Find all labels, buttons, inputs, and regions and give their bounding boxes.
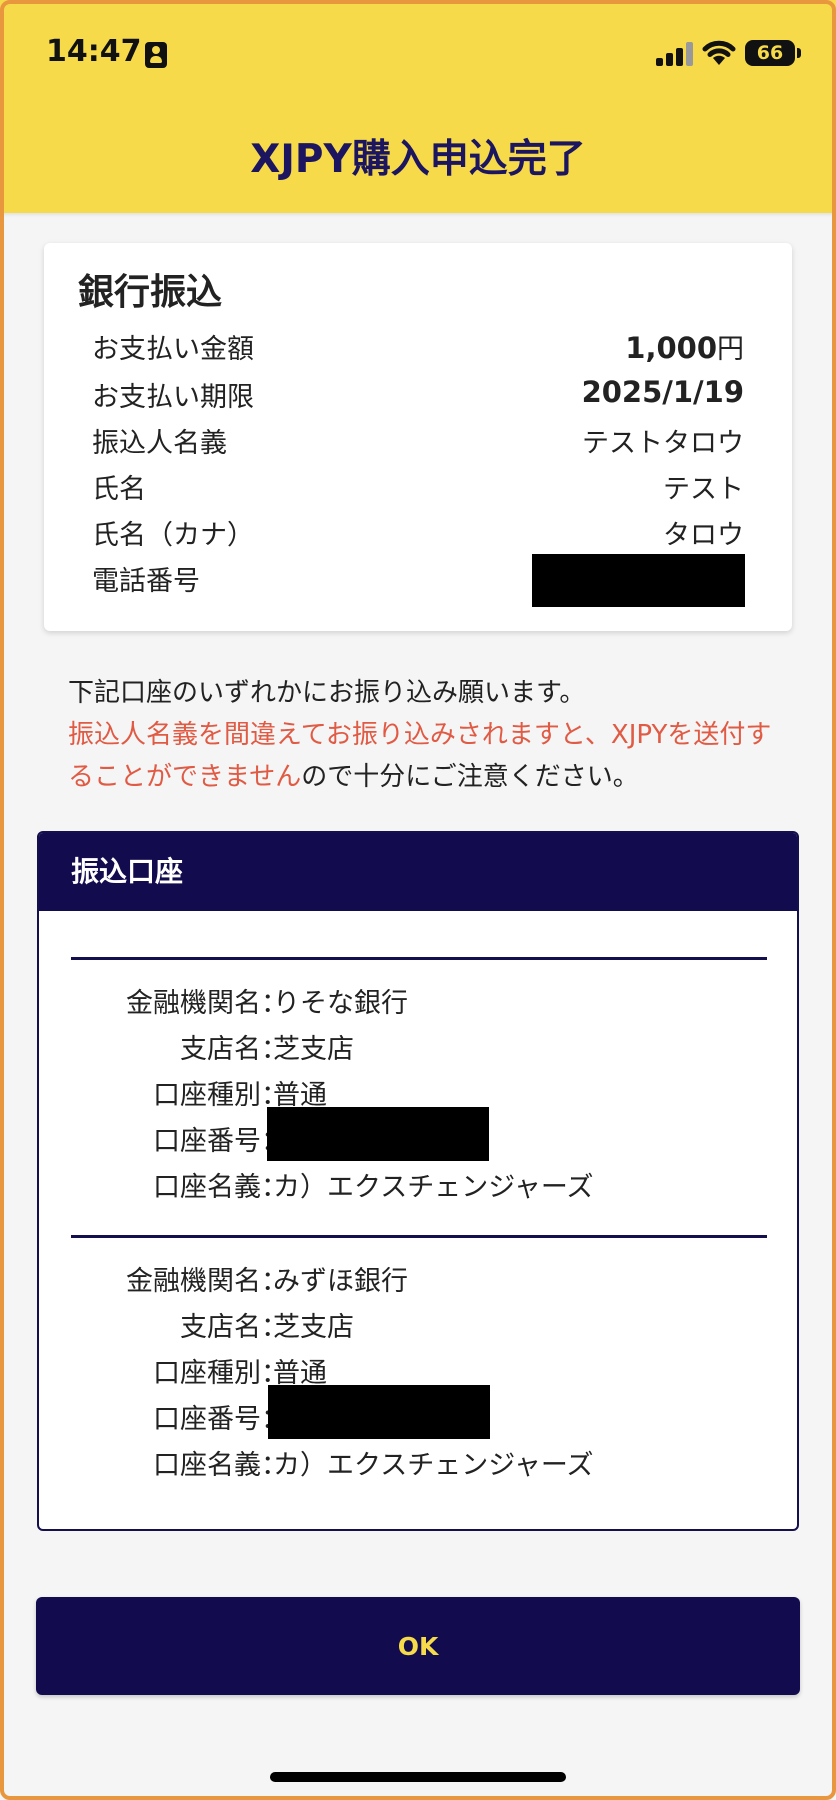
payment-amount-number: 1,000 [625, 331, 717, 365]
kana-name-row: 氏名（カナ） タロウ [92, 513, 744, 553]
cellular-signal-icon [656, 42, 694, 66]
bank-name-row: 金融機関名： みずほ銀行 [39, 1259, 797, 1301]
payment-amount-label: お支払い金額 [92, 334, 254, 365]
branch-name-label: 支店名： [180, 1312, 288, 1343]
payment-card: 銀行振込 お支払い金額 1,000円 お支払い期限 2025/1/19 振込人名… [44, 243, 792, 631]
transfer-accounts-panel: 振込口座 金融機関名： りそな銀行 支店名： 芝支店 口座種別： 普通 口座番号… [37, 831, 799, 1531]
account-holder-row: 口座名義： カ）エクスチェンジャーズ [39, 1165, 797, 1207]
transfer-notice: 下記口座のいずれかにお振り込み願います。 振込人名義を間違えてお振り込みされます… [68, 672, 788, 798]
bank-name-value: りそな銀行 [273, 988, 408, 1019]
bank-name-value: みずほ銀行 [273, 1266, 408, 1297]
account-holder-value: カ）エクスチェンジャーズ [273, 1450, 594, 1481]
account-number-redacted [268, 1385, 490, 1439]
full-name-label: 氏名 [92, 474, 146, 505]
ok-button[interactable]: OK [36, 1597, 800, 1695]
payment-deadline-value: 2025/1/19 [581, 375, 744, 409]
battery-icon: 66 [745, 40, 795, 66]
status-time: 14:47 [46, 34, 142, 69]
payment-deadline-label: お支払い期限 [92, 382, 254, 413]
branch-name-value: 芝支店 [273, 1312, 354, 1343]
wifi-icon [702, 40, 736, 65]
kana-name-value: タロウ [663, 520, 744, 551]
person-badge-icon [145, 42, 167, 68]
payment-amount-value: 1,000円 [625, 327, 744, 366]
account-holder-value: カ）エクスチェンジャーズ [273, 1172, 594, 1203]
branch-name-row: 支店名： 芝支店 [39, 1027, 797, 1069]
bank-name-label: 金融機関名： [126, 1266, 288, 1297]
branch-name-row: 支店名： 芝支店 [39, 1305, 797, 1347]
account-number-redacted [267, 1107, 489, 1161]
battery-tip [797, 48, 801, 58]
account-divider [71, 957, 767, 960]
payment-deadline-row: お支払い期限 2025/1/19 [92, 375, 744, 415]
transfer-name-label: 振込人名義 [92, 428, 227, 459]
bank-name-row: 金融機関名： りそな銀行 [39, 981, 797, 1023]
payment-method-title: 銀行振込 [78, 272, 223, 313]
transfer-accounts-title: 振込口座 [39, 833, 797, 911]
bank-name-label: 金融機関名： [126, 988, 288, 1019]
app-header: 14:47 66 XJPY購入申込完了 [0, 0, 836, 213]
notice-instruction: 下記口座のいずれかにお振り込み願います。 [68, 678, 586, 708]
transfer-name-row: 振込人名義 テストタロウ [92, 421, 744, 461]
payment-amount-unit: 円 [717, 334, 744, 365]
notice-tail: ので十分にご注意ください。 [301, 762, 639, 792]
account-holder-label: 口座名義： [153, 1450, 288, 1481]
payment-amount-row: お支払い金額 1,000円 [92, 327, 744, 367]
page-title: XJPY購入申込完了 [250, 137, 586, 182]
account-divider [71, 1235, 767, 1238]
full-name-row: 氏名 テスト [92, 467, 744, 507]
kana-name-label: 氏名（カナ） [92, 520, 254, 551]
account-holder-row: 口座名義： カ）エクスチェンジャーズ [39, 1443, 797, 1485]
branch-name-value: 芝支店 [273, 1034, 354, 1065]
branch-name-label: 支店名： [180, 1034, 288, 1065]
phone-label: 電話番号 [92, 566, 200, 597]
transfer-name-value: テストタロウ [582, 428, 744, 459]
full-name-value: テスト [663, 474, 744, 505]
home-indicator[interactable] [270, 1772, 566, 1782]
phone-redacted [532, 554, 745, 607]
account-holder-label: 口座名義： [153, 1172, 288, 1203]
